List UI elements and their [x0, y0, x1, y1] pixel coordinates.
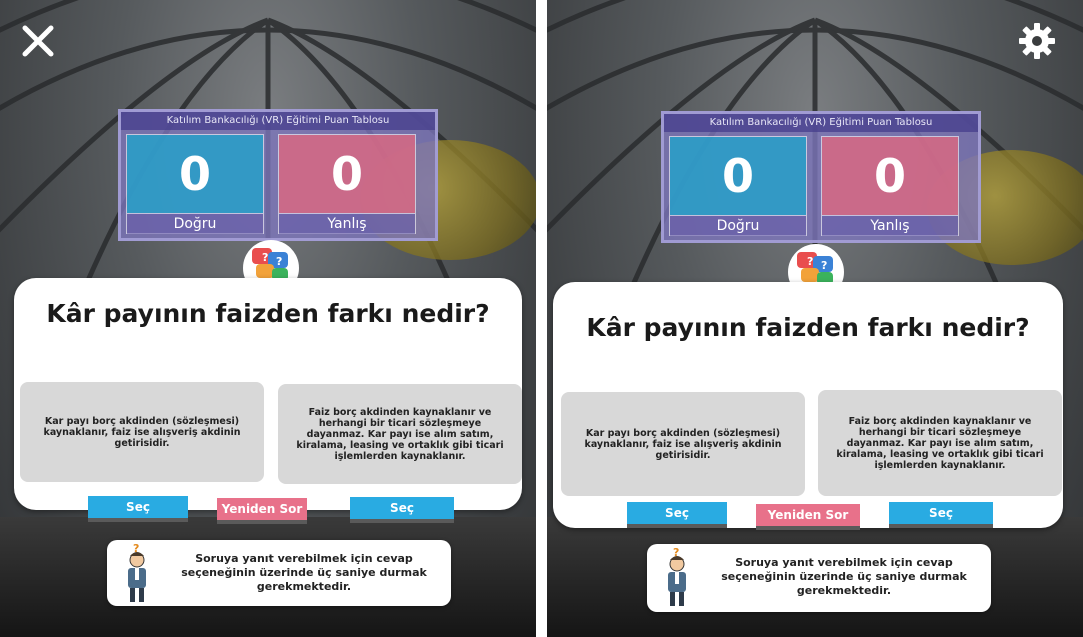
- select-option-b-button[interactable]: Seç: [350, 497, 454, 523]
- score-board: Katılım Bankacılığı (VR) Eğitimi Puan Ta…: [661, 111, 981, 243]
- settings-button[interactable]: [1013, 17, 1061, 65]
- correct-score: 0 Doğru: [669, 136, 807, 236]
- pane-divider: [536, 0, 547, 637]
- hint-box: ? Soruya yanıt verebilmek için cevap seç…: [107, 540, 451, 606]
- wrong-score: 0 Yanlış: [278, 134, 416, 234]
- svg-text:?: ?: [821, 259, 827, 272]
- question-text: Kâr payının faizden farkı nedir?: [46, 299, 490, 328]
- select-option-a-button[interactable]: Seç: [627, 502, 727, 528]
- question-card: Kâr payının faizden farkı nedir? Kar pay…: [553, 282, 1063, 530]
- score-board: Katılım Bankacılığı (VR) Eğitimi Puan Ta…: [118, 109, 438, 241]
- correct-label: Doğru: [127, 213, 263, 234]
- svg-text:?: ?: [276, 255, 282, 268]
- option-a[interactable]: Kar payı borç akdinden (sözleşmesi) kayn…: [20, 382, 264, 482]
- wrong-count: 0: [279, 135, 415, 213]
- correct-label: Doğru: [670, 215, 806, 236]
- vr-view-left: Katılım Bankacılığı (VR) Eğitimi Puan Ta…: [0, 0, 536, 637]
- close-icon: [22, 25, 54, 57]
- board-title: Katılım Bankacılığı (VR) Eğitimi Puan Ta…: [664, 114, 978, 132]
- svg-text:?: ?: [807, 255, 813, 268]
- question-card: Kâr payının faizden farkı nedir? Kar pay…: [14, 278, 522, 524]
- select-option-a-button[interactable]: Seç: [88, 496, 188, 522]
- select-option-b-button[interactable]: Seç: [889, 502, 993, 528]
- correct-count: 0: [670, 137, 806, 215]
- thinking-person-icon: ?: [668, 546, 686, 606]
- reask-button[interactable]: Yeniden Sor: [217, 498, 307, 524]
- hint-text: Soruya yanıt verebilmek için cevap seçen…: [181, 552, 427, 593]
- wrong-score: 0 Yanlış: [821, 136, 959, 236]
- correct-count: 0: [127, 135, 263, 213]
- option-b[interactable]: Faiz borç akdinden kaynaklanır ve herhan…: [278, 384, 522, 484]
- wrong-label: Yanlış: [279, 213, 415, 234]
- svg-text:?: ?: [262, 251, 268, 264]
- hint-box: ? Soruya yanıt verebilmek için cevap seç…: [647, 544, 991, 612]
- thinking-person-icon: ?: [128, 542, 146, 602]
- wrong-label: Yanlış: [822, 215, 958, 236]
- correct-score: 0 Doğru: [126, 134, 264, 234]
- hint-text: Soruya yanıt verebilmek için cevap seçen…: [721, 556, 967, 597]
- vr-view-right: Katılım Bankacılığı (VR) Eğitimi Puan Ta…: [547, 0, 1083, 637]
- reask-button[interactable]: Yeniden Sor: [756, 504, 860, 530]
- board-title: Katılım Bankacılığı (VR) Eğitimi Puan Ta…: [121, 112, 435, 130]
- gear-icon: [1019, 23, 1055, 59]
- close-button[interactable]: [14, 17, 62, 65]
- option-a[interactable]: Kar payı borç akdinden (sözleşmesi) kayn…: [561, 392, 805, 496]
- wrong-count: 0: [822, 137, 958, 215]
- question-text: Kâr payının faizden farkı nedir?: [586, 313, 1030, 342]
- option-b[interactable]: Faiz borç akdinden kaynaklanır ve herhan…: [818, 390, 1062, 496]
